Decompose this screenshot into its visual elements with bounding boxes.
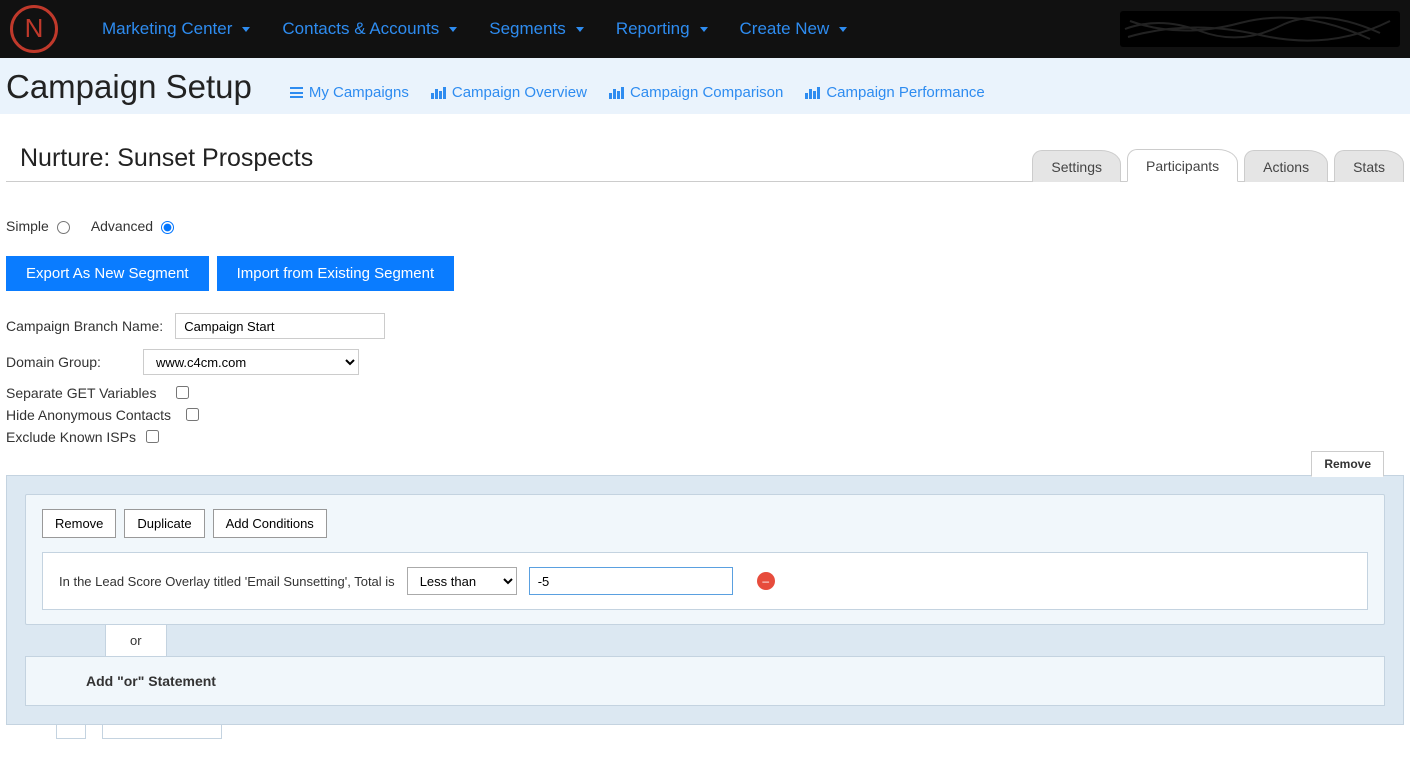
hide-anon-checkbox[interactable] xyxy=(186,408,199,421)
bottom-tabs xyxy=(6,725,1404,739)
mode-row: Simple Advanced xyxy=(6,218,1404,234)
bottom-tab-stub xyxy=(102,725,222,739)
hide-anon-label: Hide Anonymous Contacts xyxy=(6,407,186,423)
or-row: or xyxy=(25,625,1385,656)
remove-button[interactable]: Remove xyxy=(42,509,116,538)
page-title: Campaign Setup xyxy=(6,68,252,106)
separate-get-label: Separate GET Variables xyxy=(6,385,176,401)
add-or-statement-button[interactable]: Add "or" Statement xyxy=(25,656,1385,706)
button-row: Export As New Segment Import from Existi… xyxy=(6,256,1404,291)
rule-inner: Remove Duplicate Add Conditions In the L… xyxy=(25,494,1385,625)
user-area[interactable] xyxy=(1120,11,1400,47)
nav-reporting[interactable]: Reporting xyxy=(602,11,722,47)
link-my-campaigns[interactable]: My Campaigns xyxy=(290,84,409,101)
chevron-down-icon xyxy=(449,27,457,32)
rule-wrapper: Remove Remove Duplicate Add Conditions I… xyxy=(6,475,1404,739)
sub-nav: My Campaigns Campaign Overview Campaign … xyxy=(290,84,985,101)
add-conditions-button[interactable]: Add Conditions xyxy=(213,509,327,538)
mode-simple-radio[interactable] xyxy=(57,221,70,234)
value-input[interactable] xyxy=(529,567,733,595)
remove-condition-icon[interactable]: – xyxy=(757,572,775,590)
mode-advanced-radio[interactable] xyxy=(161,221,174,234)
operator-select[interactable]: Less than xyxy=(407,567,517,595)
inner-button-row: Remove Duplicate Add Conditions xyxy=(42,509,1368,538)
exclude-isp-row: Exclude Known ISPs xyxy=(6,429,1404,445)
tab-settings[interactable]: Settings xyxy=(1032,150,1121,182)
bar-chart-icon xyxy=(609,87,624,99)
branch-name-input[interactable] xyxy=(175,313,385,339)
condition-box: In the Lead Score Overlay titled 'Email … xyxy=(42,552,1368,610)
campaign-title: Nurture: Sunset Prospects xyxy=(6,132,313,181)
link-campaign-comparison[interactable]: Campaign Comparison xyxy=(609,84,783,101)
chevron-down-icon xyxy=(242,27,250,32)
redacted-scribble xyxy=(1120,11,1400,47)
separate-get-checkbox[interactable] xyxy=(176,386,189,399)
logo[interactable]: N xyxy=(10,5,58,53)
hide-anon-row: Hide Anonymous Contacts xyxy=(6,407,1404,423)
condition-text: In the Lead Score Overlay titled 'Email … xyxy=(59,574,395,589)
exclude-isp-checkbox[interactable] xyxy=(146,430,159,443)
domain-group-row: Domain Group: www.c4cm.com xyxy=(6,349,1404,375)
nav-marketing-center[interactable]: Marketing Center xyxy=(88,11,264,47)
branch-name-row: Campaign Branch Name: xyxy=(6,313,1404,339)
sub-header: Campaign Setup My Campaigns Campaign Ove… xyxy=(0,58,1410,114)
top-nav: N Marketing Center Contacts & Accounts S… xyxy=(0,0,1410,58)
list-icon xyxy=(290,87,303,98)
chevron-down-icon xyxy=(576,27,584,32)
campaign-header: Nurture: Sunset Prospects Settings Parti… xyxy=(6,132,1404,182)
link-campaign-overview[interactable]: Campaign Overview xyxy=(431,84,587,101)
remove-block-tab[interactable]: Remove xyxy=(1311,451,1384,477)
mode-advanced-label[interactable]: Advanced xyxy=(91,218,174,234)
content: Nurture: Sunset Prospects Settings Parti… xyxy=(0,114,1410,779)
tab-stats[interactable]: Stats xyxy=(1334,150,1404,182)
rule-outer: Remove Duplicate Add Conditions In the L… xyxy=(6,475,1404,725)
or-connector: or xyxy=(105,625,167,656)
tabs: Settings Participants Actions Stats xyxy=(1032,148,1404,181)
exclude-isp-label: Exclude Known ISPs xyxy=(6,429,146,445)
nav-create-new[interactable]: Create New xyxy=(726,11,862,47)
bar-chart-icon xyxy=(805,87,820,99)
domain-group-label: Domain Group: xyxy=(6,354,101,370)
nav-contacts-accounts[interactable]: Contacts & Accounts xyxy=(268,11,471,47)
bottom-tab-stub xyxy=(56,725,86,739)
export-segment-button[interactable]: Export As New Segment xyxy=(6,256,209,291)
duplicate-button[interactable]: Duplicate xyxy=(124,509,204,538)
logo-letter: N xyxy=(25,13,44,44)
separate-get-row: Separate GET Variables xyxy=(6,385,1404,401)
tab-actions[interactable]: Actions xyxy=(1244,150,1328,182)
branch-name-label: Campaign Branch Name: xyxy=(6,318,163,334)
bar-chart-icon xyxy=(431,87,446,99)
chevron-down-icon xyxy=(700,27,708,32)
nav-segments[interactable]: Segments xyxy=(475,11,598,47)
tab-participants[interactable]: Participants xyxy=(1127,149,1238,182)
link-campaign-performance[interactable]: Campaign Performance xyxy=(805,84,984,101)
mode-simple-label[interactable]: Simple xyxy=(6,218,70,234)
import-segment-button[interactable]: Import from Existing Segment xyxy=(217,256,455,291)
chevron-down-icon xyxy=(839,27,847,32)
domain-group-select[interactable]: www.c4cm.com xyxy=(143,349,359,375)
nav-items: Marketing Center Contacts & Accounts Seg… xyxy=(88,11,861,47)
